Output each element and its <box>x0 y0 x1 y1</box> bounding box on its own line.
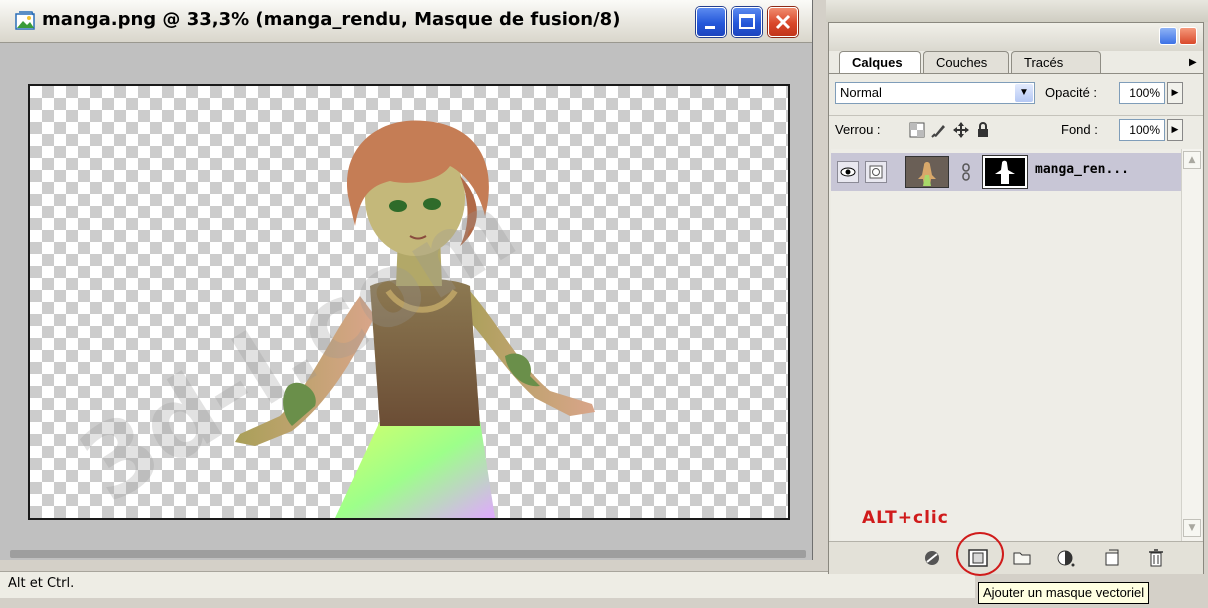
layers-bottom-toolbar <box>829 541 1203 574</box>
layer-mask-link-icon[interactable] <box>865 161 887 183</box>
layer-thumbnail[interactable] <box>905 156 949 188</box>
opacity-label: Opacité : <box>1045 85 1098 100</box>
minimize-button[interactable] <box>696 7 726 37</box>
horizontal-scrollbar[interactable] <box>10 550 806 558</box>
image-canvas[interactable]: 3d-l.com <box>28 84 790 520</box>
new-layer-icon[interactable] <box>1101 548 1123 568</box>
tab-traces[interactable]: Tracés <box>1011 51 1101 73</box>
image-file-icon <box>15 11 35 30</box>
canvas-area: 3d-l.com <box>0 43 812 548</box>
link-layers-icon[interactable] <box>921 548 943 568</box>
tooltip: Ajouter un masque vectoriel <box>978 582 1150 604</box>
panel-menu-arrow-icon[interactable]: ▶ <box>1189 57 1197 68</box>
document-titlebar[interactable]: manga.png @ 33,3% (manga_rendu, Masque d… <box>0 0 812 43</box>
maximize-icon <box>739 14 755 29</box>
tab-couches[interactable]: Couches <box>923 51 1009 73</box>
layer-name: manga_ren... <box>1035 162 1129 177</box>
fill-label: Fond : <box>1061 122 1098 137</box>
annotation-circle <box>956 532 1004 576</box>
tab-divider <box>829 73 1203 74</box>
chain-link-icon[interactable] <box>959 163 973 181</box>
layer-row[interactable]: manga_ren... <box>831 153 1181 191</box>
document-window: manga.png @ 33,3% (manga_rendu, Masque d… <box>0 0 813 560</box>
panel-tabs: Calques Couches Tracés ▶ <box>835 51 1201 73</box>
adjustment-layer-icon[interactable] <box>1055 548 1077 568</box>
close-icon <box>775 14 791 30</box>
status-bar: Alt et Ctrl. <box>0 571 975 598</box>
lock-transparency-icon[interactable] <box>909 122 925 138</box>
scroll-up-icon[interactable]: ▲ <box>1183 151 1201 169</box>
layers-panel: Calques Couches Tracés ▶ Normal ▼ Opacit… <box>828 22 1204 574</box>
document-title: manga.png @ 33,3% (manga_rendu, Masque d… <box>42 9 621 30</box>
layers-list: manga_ren... <box>831 149 1181 541</box>
panel-close-button[interactable] <box>1179 27 1197 45</box>
layers-scrollbar[interactable]: ▲ ▼ <box>1181 149 1202 541</box>
blend-opacity-row: Normal ▼ Opacité : 100% ▶ <box>829 79 1203 109</box>
panel-minimize-button[interactable] <box>1159 27 1177 45</box>
blend-mode-value: Normal <box>840 85 882 100</box>
opacity-field[interactable]: 100% <box>1119 82 1165 104</box>
fill-field[interactable]: 100% <box>1119 119 1165 141</box>
tab-calques[interactable]: Calques <box>839 51 921 73</box>
panel-dock-strip <box>826 0 1208 22</box>
trash-icon[interactable] <box>1145 548 1167 568</box>
blend-mode-select[interactable]: Normal ▼ <box>835 82 1035 104</box>
status-text: Alt et Ctrl. <box>8 576 75 591</box>
chevron-down-icon[interactable]: ▼ <box>1015 84 1033 102</box>
mask-thumbnail[interactable] <box>982 155 1028 189</box>
lock-all-icon[interactable] <box>975 122 991 138</box>
lock-label: Verrou : <box>835 122 881 137</box>
lock-position-move-icon[interactable] <box>953 122 969 138</box>
panel-header[interactable] <box>829 23 1203 51</box>
lock-pixels-brush-icon[interactable] <box>931 122 947 138</box>
maximize-button[interactable] <box>732 7 762 37</box>
fill-slider-button[interactable]: ▶ <box>1167 119 1183 141</box>
minimize-icon <box>705 26 715 29</box>
annotation-label: ALT+clic <box>862 508 949 528</box>
manga-character-image <box>235 120 595 518</box>
close-button[interactable] <box>768 7 798 37</box>
new-group-icon[interactable] <box>1011 548 1033 568</box>
opacity-slider-button[interactable]: ▶ <box>1167 82 1183 104</box>
lock-fill-row: Verrou : Fond : 100% ▶ <box>829 115 1203 146</box>
visibility-eye-icon[interactable] <box>837 161 859 183</box>
scroll-down-icon[interactable]: ▼ <box>1183 519 1201 537</box>
